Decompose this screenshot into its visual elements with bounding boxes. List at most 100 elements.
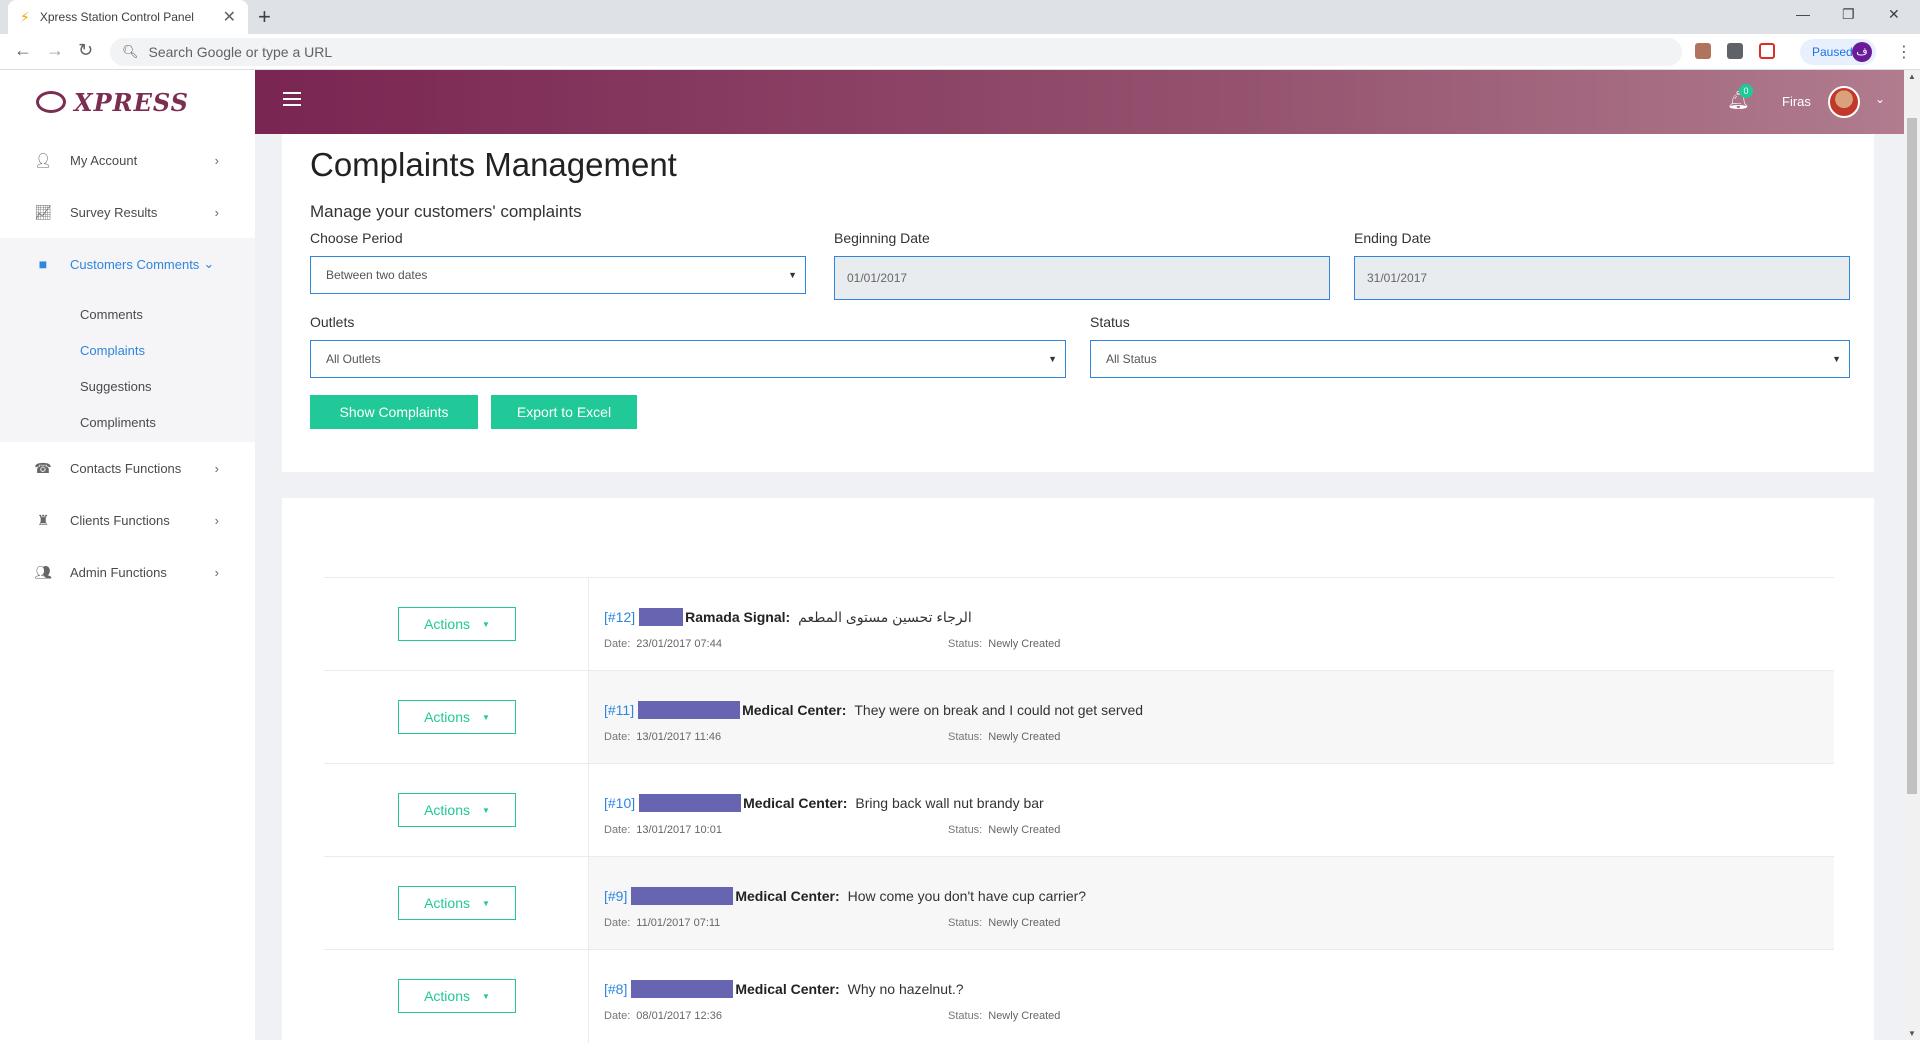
status-value: Newly Created bbox=[988, 1010, 1061, 1022]
browser-menu-icon[interactable]: ⋮ bbox=[1896, 42, 1912, 62]
date-key: Date: bbox=[604, 731, 631, 743]
complaint-status: Status: Newly Created bbox=[948, 638, 1060, 650]
complaint-headline: [#12] Ramada Signal: الرجاء تحسين مستوى … bbox=[604, 608, 972, 626]
chevron-right-icon: › bbox=[214, 460, 219, 476]
scroll-up-icon[interactable]: ▲ bbox=[1908, 72, 1916, 81]
hamburger-menu-icon[interactable] bbox=[283, 92, 301, 110]
status-label: Status bbox=[1090, 314, 1130, 330]
complaint-status: Status: Newly Created bbox=[948, 1010, 1060, 1022]
sidebar-item-survey-results[interactable]: 📈︎ Survey Results › bbox=[0, 186, 255, 238]
actions-dropdown-button[interactable]: Actions ▼ bbox=[398, 979, 516, 1013]
username[interactable]: Firas bbox=[1782, 94, 1811, 109]
outlet-name: Medical Center: bbox=[735, 981, 840, 997]
new-tab-button[interactable]: + bbox=[258, 4, 271, 30]
submenu-item-complaints[interactable]: Complaints bbox=[0, 332, 255, 368]
forward-icon[interactable]: → bbox=[46, 40, 64, 61]
status-value: Newly Created bbox=[988, 638, 1061, 650]
actions-dropdown-button[interactable]: Actions ▼ bbox=[398, 607, 516, 641]
outlets-select-value: All Outlets bbox=[326, 352, 381, 366]
complaint-id-link[interactable]: [#11] bbox=[604, 702, 634, 718]
ending-date-label: Ending Date bbox=[1354, 230, 1432, 246]
minimize-icon[interactable]: — bbox=[1796, 6, 1810, 22]
actions-label: Actions bbox=[424, 802, 470, 818]
status-select[interactable]: All Status ▼ bbox=[1090, 340, 1850, 378]
address-bar[interactable]: 🔍︎ Search Google or type a URL bbox=[110, 38, 1682, 66]
submenu-item-suggestions[interactable]: Suggestions bbox=[0, 368, 255, 404]
period-select[interactable]: Between two dates ▼ bbox=[310, 256, 806, 294]
back-icon[interactable]: ← bbox=[14, 40, 32, 61]
complaint-message: Why no hazelnut.? bbox=[847, 981, 964, 997]
pdf-extension-icon[interactable] bbox=[1695, 43, 1711, 59]
sidebar-item-customers-comments[interactable]: ■ Customers Comments ⌄ bbox=[0, 238, 255, 290]
avatar[interactable] bbox=[1828, 86, 1860, 118]
redacted-block bbox=[631, 980, 734, 998]
ending-date-value: 31/01/2017 bbox=[1367, 271, 1428, 285]
restore-icon[interactable]: ❐ bbox=[1842, 6, 1855, 23]
sidebar-item-clients-functions[interactable]: ♜ Clients Functions › bbox=[0, 494, 255, 546]
tab-title: Xpress Station Control Panel bbox=[39, 10, 194, 24]
outlet-name: Medical Center: bbox=[742, 702, 847, 718]
scrollbar-thumb[interactable] bbox=[1907, 118, 1917, 794]
brand-logo[interactable]: XPRESS bbox=[0, 70, 255, 134]
table-row: Actions ▼ [#10] Medical Center: Bring bac… bbox=[324, 763, 1834, 857]
complaint-message: How come you don't have cup carrier? bbox=[847, 888, 1087, 904]
complaint-id-link[interactable]: [#9] bbox=[604, 888, 627, 904]
sidebar-item-contacts-functions[interactable]: ☎ Contacts Functions › bbox=[0, 442, 255, 494]
status-key: Status: bbox=[948, 1010, 983, 1022]
beginning-date-field[interactable]: 01/01/2017 bbox=[834, 256, 1330, 300]
actions-label: Actions bbox=[424, 988, 470, 1004]
actions-cell: Actions ▼ bbox=[324, 671, 589, 764]
complaint-id-link[interactable]: [#12] bbox=[604, 609, 635, 625]
ending-date-field[interactable]: 31/01/2017 bbox=[1354, 256, 1850, 300]
complaint-id-link[interactable]: [#10] bbox=[604, 795, 635, 811]
date-value: 23/01/2017 07:44 bbox=[636, 638, 722, 650]
chevron-down-icon[interactable]: ⌄ bbox=[1875, 92, 1885, 106]
close-tab-icon[interactable]: ✕ bbox=[223, 7, 236, 27]
outlets-select[interactable]: All Outlets ▼ bbox=[310, 340, 1066, 378]
submenu-item-compliments[interactable]: Compliments bbox=[0, 404, 255, 440]
scroll-down-icon[interactable]: ▼ bbox=[1908, 1029, 1916, 1038]
submenu-item-comments[interactable]: Comments bbox=[0, 296, 255, 332]
outlet-name: Medical Center: bbox=[743, 795, 848, 811]
actions-label: Actions bbox=[424, 895, 470, 911]
caret-down-icon: ▼ bbox=[482, 805, 490, 815]
actions-cell: Actions ▼ bbox=[324, 578, 589, 671]
puzzle-extension-icon[interactable] bbox=[1727, 43, 1743, 59]
select-caret-icon: ▼ bbox=[1048, 354, 1057, 364]
complaint-info: [#8] Medical Center: Why no hazelnut.? D… bbox=[604, 950, 1834, 1043]
status-key: Status: bbox=[948, 731, 983, 743]
complaint-headline: [#10] Medical Center: Bring back wall nu… bbox=[604, 794, 1044, 812]
page-scrollbar[interactable]: ▲ ▼ bbox=[1904, 70, 1920, 1040]
reload-icon[interactable]: ↻ bbox=[78, 40, 93, 61]
complaint-id-link[interactable]: [#8] bbox=[604, 981, 627, 997]
actions-dropdown-button[interactable]: Actions ▼ bbox=[398, 793, 516, 827]
browser-tab[interactable]: ⚡ Xpress Station Control Panel ✕ bbox=[8, 0, 248, 34]
complaint-message: الرجاء تحسين مستوى المطعم bbox=[798, 608, 972, 625]
pocket-extension-icon[interactable] bbox=[1759, 43, 1775, 59]
redacted-block bbox=[639, 608, 684, 626]
complaint-info: [#11] Medical Center: They were on break… bbox=[604, 671, 1834, 764]
profile-avatar: ف bbox=[1852, 42, 1872, 62]
beginning-date-label: Beginning Date bbox=[834, 230, 930, 246]
status-value: Newly Created bbox=[988, 824, 1061, 836]
complaints-list-card: Actions ▼ [#12] Ramada Signal: الرجاء تحس… bbox=[282, 498, 1874, 1058]
export-excel-button[interactable]: Export to Excel bbox=[491, 395, 637, 429]
complaint-info: [#9] Medical Center: How come you don't … bbox=[604, 857, 1834, 950]
table-row: Actions ▼ [#12] Ramada Signal: الرجاء تحس… bbox=[324, 577, 1834, 671]
sidebar-item-label: Customers Comments bbox=[70, 256, 200, 272]
complaint-info: [#10] Medical Center: Bring back wall nu… bbox=[604, 764, 1834, 857]
show-complaints-button[interactable]: Show Complaints bbox=[310, 395, 478, 429]
sidebar-item-my-account[interactable]: 👤︎ My Account › bbox=[0, 134, 255, 186]
profile-paused-button[interactable]: Paused ف bbox=[1800, 39, 1876, 65]
complaint-message: Bring back wall nut brandy bar bbox=[855, 795, 1044, 811]
outlet-name: Medical Center: bbox=[735, 888, 840, 904]
app-header: 🔔︎ 0 Firas ⌄ bbox=[255, 70, 1920, 134]
actions-cell: Actions ▼ bbox=[324, 764, 589, 857]
close-window-icon[interactable]: ✕ bbox=[1888, 6, 1900, 23]
actions-dropdown-button[interactable]: Actions ▼ bbox=[398, 700, 516, 734]
chevron-down-icon: ⌄ bbox=[203, 256, 215, 271]
date-value: 11/01/2017 07:11 bbox=[636, 917, 721, 929]
actions-dropdown-button[interactable]: Actions ▼ bbox=[398, 886, 516, 920]
sidebar-item-admin-functions[interactable]: 👥︎ Admin Functions › bbox=[0, 546, 255, 598]
user-icon: 👤︎ bbox=[34, 151, 52, 168]
